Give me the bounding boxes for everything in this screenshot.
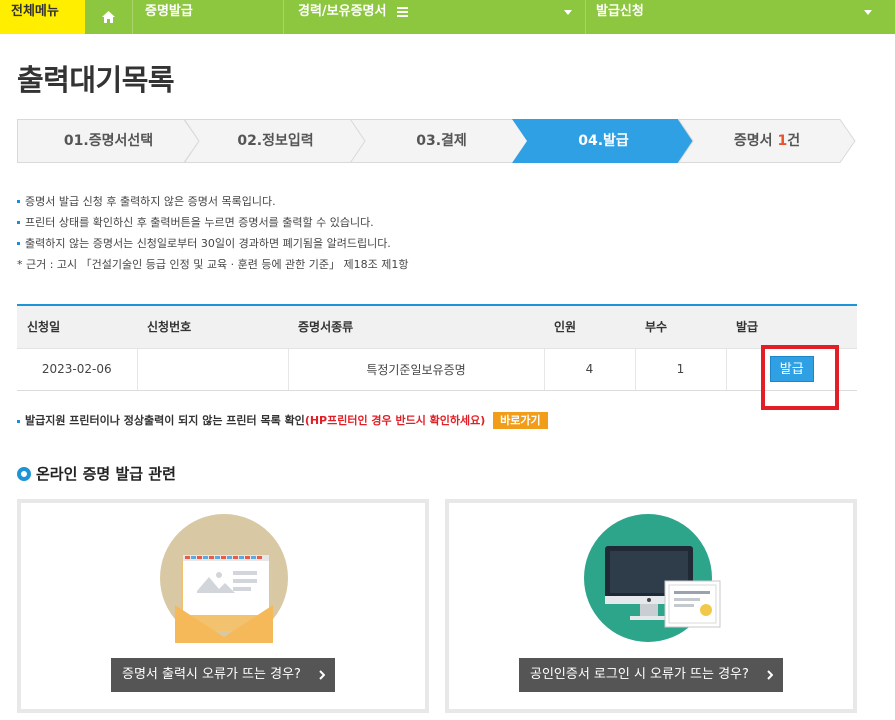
- bullet-ring-icon: [17, 467, 31, 481]
- table-header-row: 신청일 신청번호 증명서종류 인원 부수 발급: [17, 304, 857, 349]
- table-row: 2023-02-06 특정기준일보유증명 4 1 발급: [17, 348, 857, 391]
- col-header: 증명서종류: [288, 304, 544, 349]
- login-error-label: 공인인증서 로그인 시 오류가 뜨는 경우?: [530, 667, 749, 682]
- col-header: 신청번호: [137, 304, 288, 349]
- nav-certificate[interactable]: 증명발급: [133, 0, 408, 34]
- note-item: 출력하지 않는 증명서는 신청일로부터 30일이 경과하면 폐기됨을 알려드립니…: [17, 236, 409, 257]
- step-2: 02.정보입력: [184, 119, 367, 163]
- info-notes: 증명서 발급 신청 후 출력하지 않은 증명서 목록입니다. 프린터 상태를 확…: [17, 194, 409, 278]
- cell-people: 4: [544, 348, 636, 391]
- progress-steps: 01.증명서선택 02.정보입력 03.결제 04.발급 증명서 1건: [17, 119, 856, 163]
- col-header: 신청일: [17, 304, 137, 349]
- cell-type: 특정기준일보유증명: [288, 348, 545, 391]
- step-3-label: 03.결제: [416, 133, 467, 149]
- note-item: 프린터 상태를 확인하신 후 출력버튼을 누르면 증명서를 출력할 수 있습니다…: [17, 215, 409, 236]
- card-print-error: 증명서 출력시 오류가 뜨는 경우?: [17, 499, 429, 713]
- cell-copies: 1: [635, 348, 727, 391]
- print-error-label: 증명서 출력시 오류가 뜨는 경우?: [122, 667, 301, 682]
- login-error-button[interactable]: 공인인증서 로그인 시 오류가 뜨는 경우?: [519, 658, 783, 692]
- step-1-label: 01.증명서선택: [63, 133, 154, 149]
- printer-note: 발급지원 프린터이나 정상출력이 되지 않는 프린터 목록 확인(HP프린터인 …: [17, 412, 548, 430]
- step-4-label: 04.발급: [578, 133, 629, 149]
- printer-warning: (HP프린터인 경우 반드시 확인하세요): [304, 414, 486, 427]
- step-2-label: 02.정보입력: [237, 133, 314, 149]
- home-icon: [102, 11, 115, 23]
- home-button[interactable]: [85, 0, 133, 34]
- section-title-text: 온라인 증명 발급 관련: [36, 465, 176, 483]
- col-header: 부수: [635, 304, 726, 349]
- note-item: 증명서 발급 신청 후 출력하지 않은 증명서 목록입니다.: [17, 194, 409, 215]
- all-menu-button[interactable]: 전체메뉴: [0, 0, 85, 34]
- note-legal-basis: * 근거 : 고시 「건설기술인 등급 인정 및 교육 · 훈련 등에 관한 기…: [17, 258, 409, 271]
- card-login-error: 공인인증서 로그인 시 오류가 뜨는 경우?: [445, 499, 857, 713]
- step-count-label: 증명서 1건: [733, 133, 801, 149]
- chevron-right-icon: [757, 658, 783, 692]
- section-title: 온라인 증명 발급 관련: [17, 464, 176, 484]
- envelope-icon: [160, 514, 288, 643]
- step-1: 01.증명서선택: [17, 119, 200, 163]
- highlight-box: [761, 345, 839, 410]
- cell-number: [137, 348, 289, 391]
- step-4-active: 04.발급: [512, 119, 695, 163]
- computer-certificate-icon: [584, 514, 721, 642]
- chevron-down-icon: [564, 10, 572, 15]
- chevron-down-icon: [864, 10, 872, 15]
- nav-apply-dropdown[interactable]: 발급신청: [586, 0, 895, 34]
- print-error-button[interactable]: 증명서 출력시 오류가 뜨는 경우?: [111, 658, 335, 692]
- goto-button[interactable]: 바로가기: [493, 412, 548, 429]
- col-header: 인원: [544, 304, 635, 349]
- cell-date: 2023-02-06: [17, 348, 138, 391]
- top-nav: 전체메뉴 증명발급 경력/보유증명서 발급신청: [0, 0, 895, 34]
- step-3: 03.결제: [350, 119, 533, 163]
- nav-career-dropdown[interactable]: 경력/보유증명서: [283, 0, 586, 34]
- print-queue-table: 신청일 신청번호 증명서종류 인원 부수 발급 2023-02-06 특정기준일…: [17, 304, 857, 391]
- chevron-right-icon: [309, 658, 335, 692]
- nav-career-label: 경력/보유증명서: [298, 4, 387, 19]
- nav-certificate-label: 증명발급: [145, 4, 193, 19]
- page-title: 출력대기목록: [17, 63, 175, 97]
- step-count: 증명서 1건: [678, 119, 856, 163]
- printer-note-text: 발급지원 프린터이나 정상출력이 되지 않는 프린터 목록 확인: [25, 414, 305, 427]
- certificate-count: 1: [777, 133, 788, 149]
- col-header: 발급: [726, 304, 857, 349]
- nav-apply-label: 발급신청: [596, 4, 644, 19]
